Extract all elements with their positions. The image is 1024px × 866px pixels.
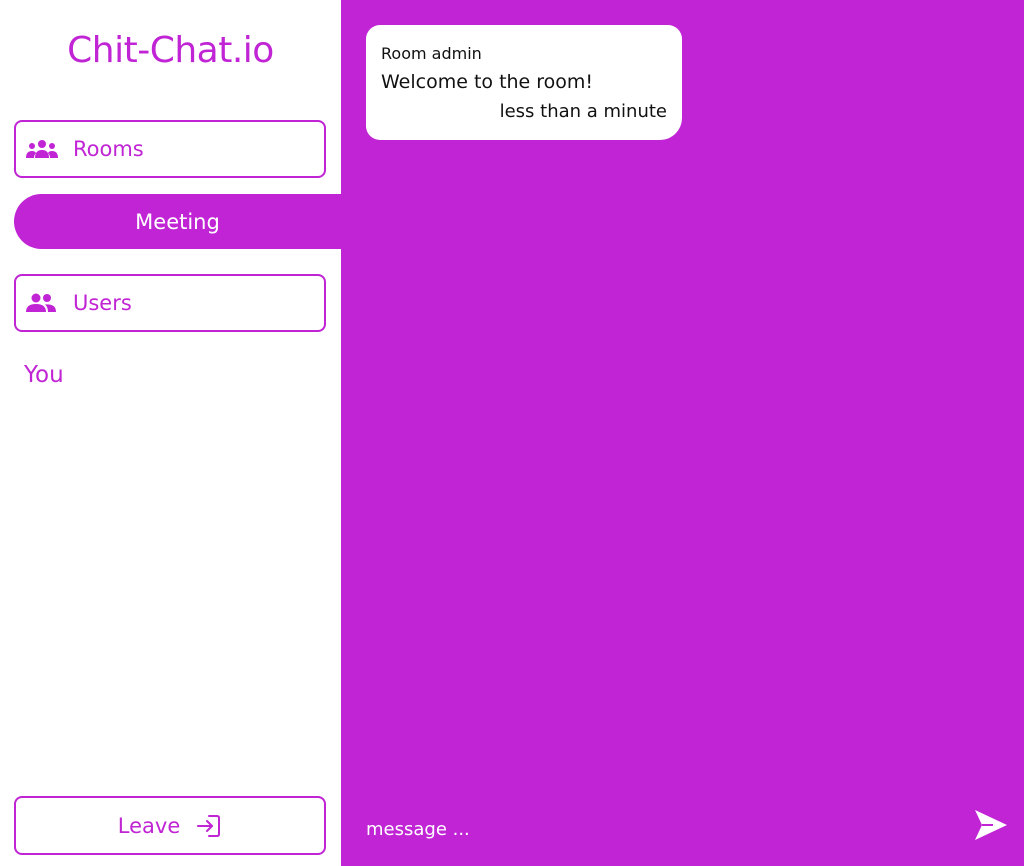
message-composer — [341, 800, 1024, 860]
message-text: Welcome to the room! — [381, 71, 594, 93]
groups-icon — [26, 138, 58, 160]
leave-label: Leave — [117, 813, 181, 838]
message-input[interactable] — [366, 812, 946, 846]
leave-button[interactable]: Leave — [14, 796, 326, 855]
users-label: Users — [73, 291, 132, 315]
send-button[interactable] — [973, 809, 1009, 845]
send-icon — [973, 808, 1009, 846]
rooms-label: Rooms — [73, 137, 144, 161]
users-button[interactable]: Users — [14, 274, 326, 332]
app-logo: Chit-Chat.io — [67, 30, 274, 71]
chat-panel: Room admin Welcome to the room! less tha… — [341, 0, 1024, 866]
sidebar: Chit-Chat.io Rooms Meeting Users You Lea… — [0, 0, 341, 866]
room-item-label: Meeting — [135, 209, 220, 234]
people-icon — [26, 292, 58, 314]
message-time: less than a minute — [499, 101, 667, 122]
message-bubble: Room admin Welcome to the room! less tha… — [366, 25, 682, 140]
login-arrow-icon — [196, 813, 222, 839]
room-item-meeting[interactable]: Meeting — [14, 194, 341, 249]
app-root: Chit-Chat.io Rooms Meeting Users You Lea… — [0, 0, 1024, 866]
message-sender: Room admin — [381, 44, 482, 63]
rooms-button[interactable]: Rooms — [14, 120, 326, 178]
user-list-item: You — [24, 362, 64, 388]
